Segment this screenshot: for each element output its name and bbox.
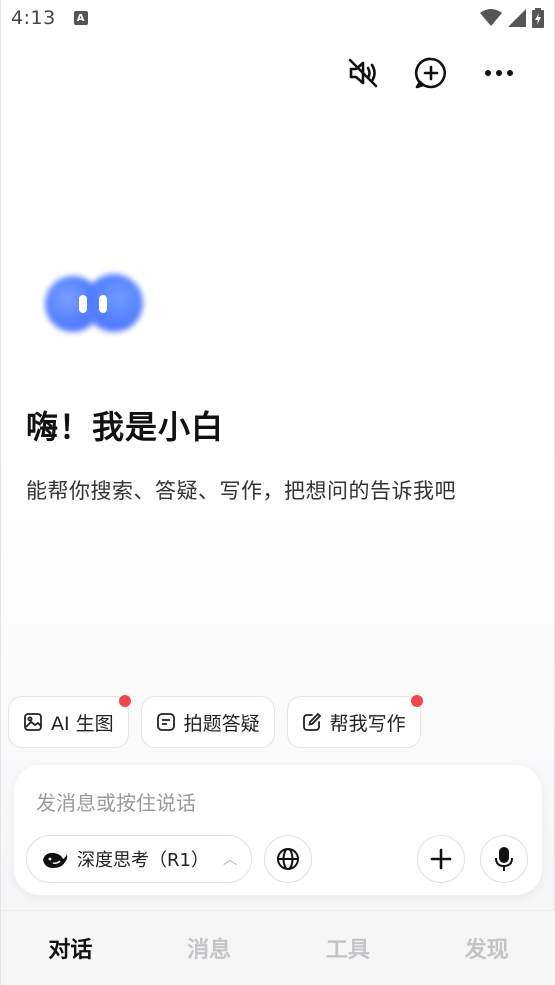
message-input[interactable]: 发消息或按住说话 bbox=[36, 787, 196, 816]
hero-subtitle: 能帮你搜索、答疑、写作，把想问的告诉我吧 bbox=[26, 479, 456, 503]
battery-icon bbox=[532, 8, 544, 28]
deep-think-label: 深度思考（R1） bbox=[77, 850, 209, 871]
nav-tools[interactable]: 工具 bbox=[279, 932, 418, 964]
chevron-up-icon: ︿ bbox=[223, 852, 237, 868]
image-icon bbox=[24, 713, 42, 731]
quick-actions: AI 生图 拍题答疑 帮我写作 bbox=[8, 695, 423, 748]
top-actions bbox=[346, 56, 516, 90]
more-icon[interactable] bbox=[482, 56, 516, 90]
deep-think-toggle[interactable]: 深度思考（R1） ︿ bbox=[26, 835, 252, 883]
nav-discover[interactable]: 发现 bbox=[417, 932, 555, 964]
a-icon: A bbox=[73, 11, 88, 25]
new-chat-icon[interactable] bbox=[414, 56, 448, 90]
status-icons bbox=[480, 8, 544, 28]
composer: 发消息或按住说话 深度思考（R1） ︿ bbox=[14, 765, 542, 895]
photo-question-chip[interactable]: 拍题答疑 bbox=[140, 696, 275, 748]
web-search-button[interactable] bbox=[264, 835, 312, 883]
status-time: 4:13 bbox=[11, 7, 56, 29]
ai-image-chip[interactable]: AI 生图 bbox=[8, 695, 131, 748]
new-dot bbox=[118, 695, 131, 707]
write-chip[interactable]: 帮我写作 bbox=[286, 695, 423, 748]
note-icon bbox=[156, 713, 175, 731]
add-button[interactable] bbox=[417, 835, 465, 883]
edit-icon bbox=[302, 712, 321, 731]
new-dot bbox=[410, 695, 423, 707]
speaker-muted-icon[interactable] bbox=[346, 56, 380, 90]
globe-icon bbox=[277, 848, 299, 870]
plus-icon bbox=[430, 848, 452, 870]
nav-messages[interactable]: 消息 bbox=[140, 932, 279, 964]
hero-title: 嗨！我是小白 bbox=[26, 408, 225, 446]
mic-icon bbox=[495, 847, 513, 871]
assistant-logo bbox=[43, 270, 143, 340]
chip-label: AI 生图 bbox=[51, 712, 114, 735]
voice-button[interactable] bbox=[480, 835, 528, 883]
chip-label: 拍题答疑 bbox=[183, 712, 260, 735]
whale-icon bbox=[43, 852, 68, 868]
wifi-icon bbox=[480, 9, 502, 26]
bottom-nav: 对话 消息 工具 发现 bbox=[1, 910, 555, 985]
chip-label: 帮我写作 bbox=[329, 712, 406, 735]
signal-icon bbox=[508, 9, 526, 27]
status-bar: 4:13 A bbox=[1, 0, 555, 36]
nav-chat[interactable]: 对话 bbox=[1, 932, 140, 964]
